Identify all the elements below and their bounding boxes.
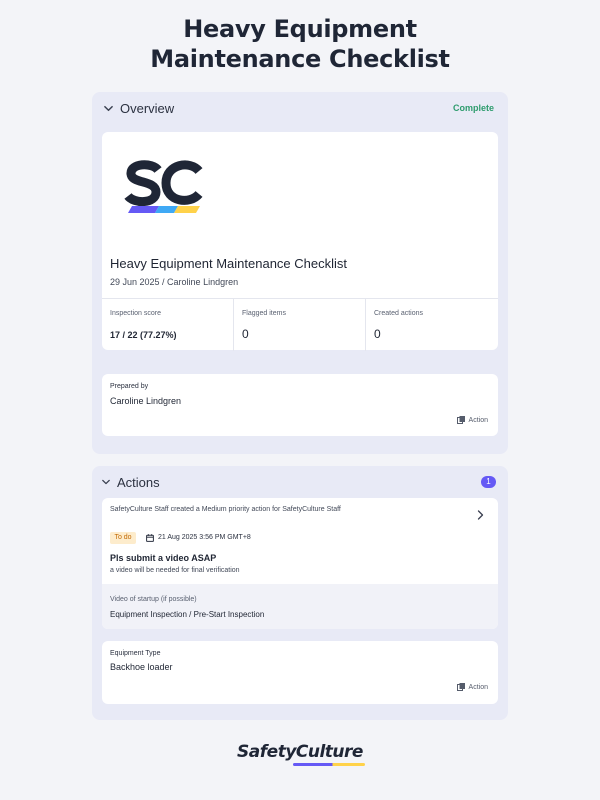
report-subtitle: 29 Jun 2025 / Caroline Lindgren	[110, 277, 239, 287]
action-button-label: Action	[468, 417, 488, 424]
safetyculture-logo	[124, 160, 203, 213]
actions-count-badge: 1	[481, 476, 496, 488]
add-action-icon	[456, 683, 465, 691]
action-source-path: Equipment Inspection / Pre-Start Inspect…	[110, 610, 265, 619]
prepared-by-action-button[interactable]: Action	[456, 416, 488, 424]
chevron-right-icon[interactable]	[477, 510, 484, 520]
stat-label: Flagged items	[242, 310, 286, 317]
stat-value: 0	[242, 327, 249, 341]
overview-section: Overview Complete Heavy Equipment Mainte…	[92, 92, 508, 454]
action-question: Video of startup (if possible)	[110, 596, 197, 603]
stat-label: Created actions	[374, 310, 424, 317]
action-item-card[interactable]: SafetyCulture Staff created a Medium pri…	[102, 498, 498, 629]
calendar-icon	[146, 534, 154, 542]
stats-row: Inspection score 17 / 22 (77.27%) Flagge…	[102, 298, 498, 351]
stat-created-actions: Created actions 0	[365, 299, 498, 351]
page-title: Heavy Equipment Maintenance Checklist	[0, 14, 600, 74]
brand-underline	[293, 763, 365, 766]
prepared-by-label: Prepared by	[110, 383, 149, 390]
overview-header[interactable]: Overview Complete	[92, 92, 508, 126]
action-title: Pls submit a video ASAP	[110, 553, 217, 563]
actions-header[interactable]: Actions 1	[92, 466, 508, 500]
stat-value: 17 / 22 (77.27%)	[110, 330, 177, 340]
action-status-badge: To do	[110, 532, 136, 544]
action-description: a video will be needed for final verific…	[110, 567, 240, 574]
action-meta: SafetyCulture Staff created a Medium pri…	[110, 506, 341, 513]
stat-value: 0	[374, 327, 381, 341]
chevron-down-icon[interactable]	[104, 104, 113, 113]
equipment-action-button[interactable]: Action	[456, 683, 488, 691]
add-action-icon	[456, 416, 465, 424]
stat-label: Inspection score	[110, 310, 161, 317]
overview-heading: Overview	[120, 101, 175, 116]
report-title: Heavy Equipment Maintenance Checklist	[110, 256, 348, 271]
report-summary-card: Heavy Equipment Maintenance Checklist 29…	[102, 132, 498, 351]
stat-flagged-items: Flagged items 0	[233, 299, 365, 351]
stat-inspection-score: Inspection score 17 / 22 (77.27%)	[102, 299, 233, 351]
prepared-by-card: Prepared by Caroline Lindgren Action	[102, 374, 498, 436]
action-button-label: Action	[468, 684, 488, 691]
actions-section: Actions 1 SafetyCulture Staff created a …	[92, 466, 508, 720]
page-title-line-2: Maintenance Checklist	[150, 45, 450, 73]
actions-heading: Actions	[117, 475, 160, 490]
chevron-down-icon[interactable]	[102, 478, 110, 486]
equipment-type-card: Equipment Type Backhoe loader Action	[102, 641, 498, 704]
prepared-by-value: Caroline Lindgren	[110, 396, 182, 406]
equipment-type-label: Equipment Type	[110, 650, 161, 657]
action-due-date: 21 Aug 2025 3:56 PM GMT+8	[158, 534, 251, 541]
action-source: Video of startup (if possible) Equipment…	[102, 584, 498, 629]
equipment-type-value: Backhoe loader	[110, 662, 173, 672]
brand-logo: SafetyCulture	[237, 742, 363, 762]
status-badge: Complete	[452, 103, 494, 113]
page-title-line-1: Heavy Equipment	[183, 15, 417, 43]
